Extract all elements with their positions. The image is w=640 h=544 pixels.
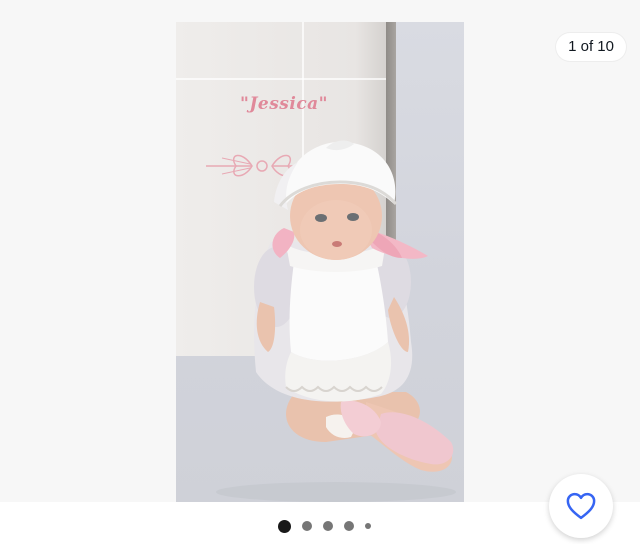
- carousel-dot-5[interactable]: [364, 523, 371, 529]
- product-photo[interactable]: "Jessica": [176, 22, 464, 502]
- image-gallery[interactable]: "Jessica" 1 of 10: [0, 0, 640, 502]
- image-counter: 1 of 10: [556, 33, 626, 61]
- heart-outline-icon: [566, 492, 596, 520]
- doll-figure: [216, 140, 456, 502]
- add-to-watchlist-button[interactable]: [549, 474, 613, 538]
- carousel-dot-3[interactable]: [322, 521, 333, 531]
- carousel-dot-1[interactable]: [277, 519, 291, 533]
- carousel-dots: [0, 512, 640, 540]
- carousel-dot-2[interactable]: [301, 521, 312, 531]
- carousel-dot-4[interactable]: [343, 521, 354, 531]
